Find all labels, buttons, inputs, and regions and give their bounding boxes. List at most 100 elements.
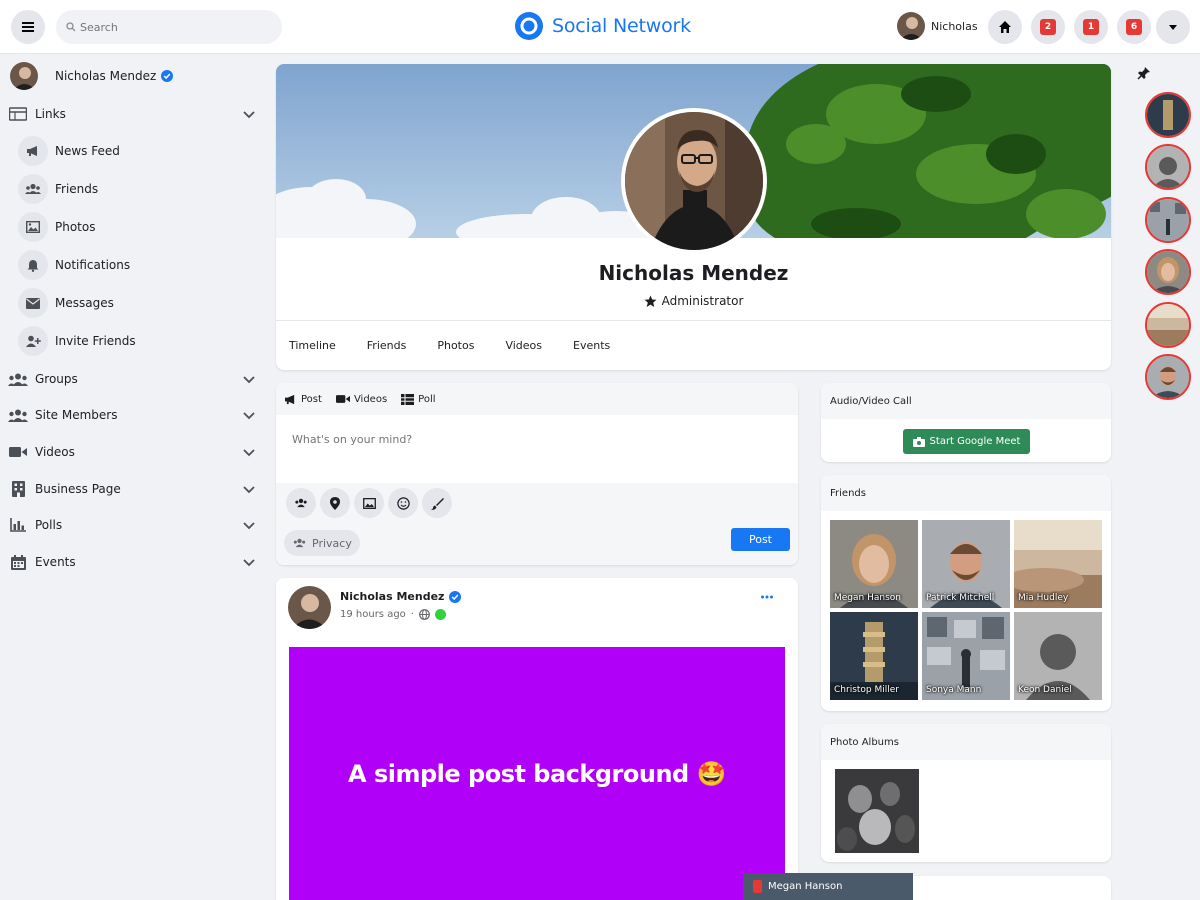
sidebar-item-polls[interactable]: Polls xyxy=(0,509,262,541)
chart-icon xyxy=(10,518,26,532)
privacy-button[interactable]: Privacy xyxy=(284,530,360,556)
friend-tile[interactable]: Mia Hudley xyxy=(1014,520,1102,608)
chevron-down-icon xyxy=(243,449,255,457)
search-icon xyxy=(66,22,76,32)
composer-tab-poll[interactable]: Poll xyxy=(401,393,436,405)
profile-picture[interactable] xyxy=(621,108,767,254)
search-box[interactable] xyxy=(56,10,282,44)
friend-tile[interactable]: Megan Hanson xyxy=(830,520,918,608)
sidebar-item-events[interactable]: Events xyxy=(0,546,262,578)
user-name: Nicholas xyxy=(931,19,978,33)
avatar xyxy=(10,62,38,90)
widget-title: Photo Albums xyxy=(821,724,1111,760)
post-author[interactable]: Nicholas Mendez xyxy=(340,590,462,603)
composer-input[interactable] xyxy=(276,415,798,483)
post-meta: 19 hours ago · xyxy=(340,609,446,620)
post-time[interactable]: 19 hours ago xyxy=(340,609,406,620)
sidebar-item-label: Messages xyxy=(55,296,114,310)
chat-tab[interactable]: Megan Hanson xyxy=(743,873,913,900)
friend-tile[interactable]: Keon Daniel xyxy=(1014,612,1102,700)
messages-button[interactable]: 1 xyxy=(1074,10,1108,44)
sidebar-item-messages[interactable]: Messages xyxy=(18,286,258,320)
composer-tab-videos[interactable]: Videos xyxy=(335,394,387,405)
profile-tabs: Timeline Friends Photos Videos Events xyxy=(276,320,1111,370)
separator: · xyxy=(410,609,414,620)
contact-avatar[interactable] xyxy=(1145,92,1191,138)
friend-tile[interactable]: Christop Miller xyxy=(830,612,918,700)
home-button[interactable] xyxy=(988,10,1022,44)
sidebar-item-label: Polls xyxy=(35,518,63,532)
sidebar-item-label: Site Members xyxy=(35,408,118,422)
sidebar-item-notifications[interactable]: Notifications xyxy=(18,248,258,282)
members-icon xyxy=(8,409,28,422)
user-plus-icon xyxy=(25,335,41,347)
user-menu[interactable]: Nicholas xyxy=(897,12,978,40)
contact-avatar[interactable] xyxy=(1145,302,1191,348)
online-status-dot xyxy=(434,609,446,620)
contact-avatar[interactable] xyxy=(1145,354,1191,400)
brand[interactable]: Social Network xyxy=(514,11,691,41)
sidebar-item-site-members[interactable]: Site Members xyxy=(0,399,262,431)
more-icon xyxy=(761,595,773,599)
friend-tile[interactable]: Sonya Mann xyxy=(922,612,1010,700)
friend-name: Megan Hanson xyxy=(834,593,901,603)
sidebar-item-videos[interactable]: Videos xyxy=(0,436,262,468)
sidebar-item-invite-friends[interactable]: Invite Friends xyxy=(18,324,258,358)
post-options-button[interactable] xyxy=(760,590,774,604)
sidebar-item-photos[interactable]: Photos xyxy=(18,210,258,244)
feeling-button[interactable] xyxy=(388,488,418,518)
chat-status-icon xyxy=(753,880,762,893)
contact-avatar[interactable] xyxy=(1145,144,1191,190)
top-bar: Social Network Nicholas 2 1 6 xyxy=(0,0,1200,54)
friend-tile[interactable]: Patrick Mitchell xyxy=(922,520,1010,608)
sidebar-item-news-feed[interactable]: News Feed xyxy=(18,134,258,168)
contact-avatar[interactable] xyxy=(1145,249,1191,295)
pin-icon[interactable] xyxy=(1137,66,1151,80)
sidebar-item-label: Friends xyxy=(55,182,99,196)
envelope-icon xyxy=(26,297,40,309)
sidebar-item-friends[interactable]: Friends xyxy=(18,172,258,206)
tab-videos[interactable]: Videos xyxy=(505,339,542,352)
friends-icon xyxy=(295,498,307,508)
tag-friends-button[interactable] xyxy=(286,488,316,518)
sidebar-item-business-page[interactable]: Business Page xyxy=(0,473,262,505)
notifications-button[interactable]: 6 xyxy=(1117,10,1151,44)
sidebar-item-groups[interactable]: Groups xyxy=(0,363,262,395)
tab-timeline[interactable]: Timeline xyxy=(289,339,336,352)
location-button[interactable] xyxy=(320,488,350,518)
camera-icon xyxy=(912,436,925,447)
privacy-label: Privacy xyxy=(312,536,352,550)
post-composer: Post Videos Poll Privacy xyxy=(276,383,798,565)
contact-avatar[interactable] xyxy=(1145,197,1191,243)
tab-friends[interactable]: Friends xyxy=(367,339,407,352)
chevron-down-icon xyxy=(243,111,255,119)
friends-icon xyxy=(293,538,306,548)
notification-icon: 2 xyxy=(1040,19,1056,35)
album-thumbnail[interactable] xyxy=(835,769,919,853)
notification-icon: 1 xyxy=(1083,19,1099,35)
notification-icon: 6 xyxy=(1126,19,1142,35)
search-input[interactable] xyxy=(80,20,260,34)
friend-requests-button[interactable]: 2 xyxy=(1031,10,1065,44)
sidebar-item-links[interactable]: Links xyxy=(0,98,262,130)
globe-icon xyxy=(419,609,430,620)
menu-button[interactable] xyxy=(11,10,45,44)
post-background-text: A simple post background 🤩 xyxy=(348,759,726,788)
avatar[interactable] xyxy=(288,586,331,629)
menu-icon xyxy=(22,22,34,32)
calendar-icon xyxy=(10,554,26,570)
composer-tabs: Post Videos Poll xyxy=(276,383,798,415)
account-menu-button[interactable] xyxy=(1156,10,1190,44)
chevron-down-icon xyxy=(243,376,255,384)
friends-widget: Friends Megan Hanson Patrick Mitchell Mi… xyxy=(821,475,1111,711)
post-button[interactable]: Post xyxy=(731,528,790,551)
sidebar-profile[interactable]: Nicholas Mendez xyxy=(0,60,262,92)
background-button[interactable] xyxy=(422,488,452,518)
sidebar-item-label: Events xyxy=(35,555,76,569)
start-google-meet-button[interactable]: Start Google Meet xyxy=(903,429,1030,454)
left-sidebar: Nicholas Mendez Links News Feed Friends … xyxy=(0,54,270,900)
tab-events[interactable]: Events xyxy=(573,339,610,352)
tab-photos[interactable]: Photos xyxy=(437,339,474,352)
add-photo-button[interactable] xyxy=(354,488,384,518)
composer-tab-post[interactable]: Post xyxy=(284,394,322,405)
